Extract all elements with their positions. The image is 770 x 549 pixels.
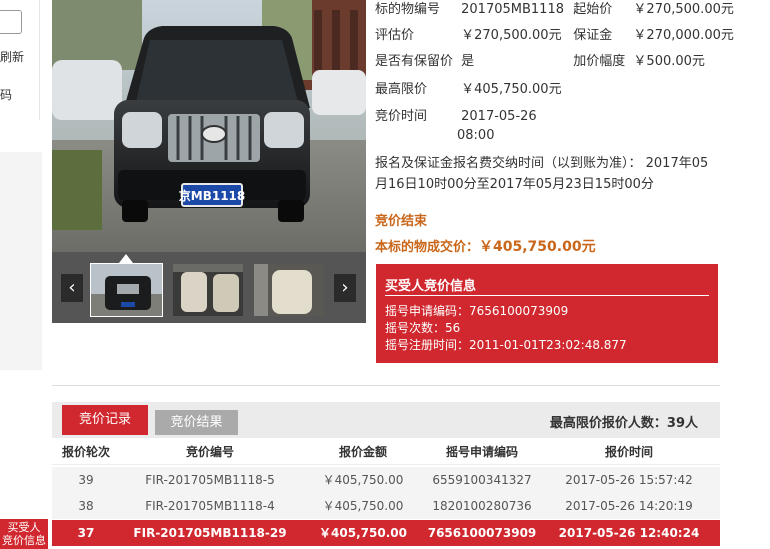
cell-round: 38 — [78, 499, 94, 513]
notice-line-1: 报名及保证金报名费交纳时间（以到账为准）： 2017年05 — [375, 156, 709, 171]
start-price-value: ￥270,500.00元 — [633, 2, 734, 17]
appraisal-value: ￥270,500.00元 — [461, 28, 562, 43]
records-header: 竞价记录 竞价结果 最高限价报价人数：39人 — [52, 402, 720, 438]
cell-app-code: 6559100341327 — [432, 473, 532, 487]
col-app-code: 摇号申请编码 — [445, 445, 518, 459]
col-amount: 报价金额 — [338, 445, 387, 459]
tab-bid-results[interactable]: 竞价结果 — [155, 410, 238, 435]
cell-round: 39 — [78, 473, 94, 487]
registration-notice: 报名及保证金报名费交纳时间（以到账为准）： 2017年05 月16日10时00分… — [375, 153, 720, 195]
left-panel: 刷新 码 — [0, 0, 40, 120]
thumbnail-front[interactable] — [90, 263, 163, 317]
bid-time-clock: 08:00 — [457, 128, 495, 143]
cell-bid-no: FIR-201705MB1118-5 — [145, 473, 275, 487]
active-thumb-indicator — [119, 254, 133, 263]
auction-detail-page: 刷新 码 京MB1118 ‹ › 标的物编号 201705MB1118 起始价 … — [0, 0, 770, 549]
increment-value: ￥500.00元 — [633, 54, 705, 69]
table-row: 38 FIR-201705MB1118-4 ￥405,750.00 182010… — [52, 493, 720, 519]
item-no-label: 标的物编号 — [375, 2, 441, 17]
chevron-left-icon[interactable]: ‹ — [61, 274, 83, 302]
winner-reg-time: 摇号注册时间：2011-01-01T23:02:48.877 — [385, 338, 627, 352]
cell-amount: ￥405,750.00 — [322, 499, 404, 513]
thumbnail-interior-front[interactable] — [172, 263, 244, 317]
table-header-row: 报价轮次 竞价编号 报价金额 摇号申请编码 报价时间 — [52, 439, 720, 465]
bid-time-label: 竞价时间 — [375, 109, 428, 124]
cell-time: 2017-05-26 15:57:42 — [565, 473, 693, 487]
cell-bid-no: FIR-201705MB1118-29 — [133, 526, 287, 540]
tab-bid-records[interactable]: 竞价记录 — [62, 405, 148, 435]
appraisal-label: 评估价 — [375, 28, 415, 43]
cell-app-code: 1820100280736 — [432, 499, 532, 513]
reserve-value: 是 — [461, 54, 475, 69]
section-divider — [52, 385, 720, 386]
deposit-value: ￥270,000.00元 — [633, 28, 734, 43]
cell-time: 2017-05-26 12:40:24 — [558, 526, 700, 540]
left-grey-block — [0, 152, 42, 370]
col-round: 报价轮次 — [61, 445, 110, 459]
start-price-label: 起始价 — [573, 2, 613, 17]
max-price-label: 最高限价 — [375, 82, 428, 97]
cell-bid-no: FIR-201705MB1118-4 — [145, 499, 275, 513]
col-bid-no: 竞价编号 — [185, 445, 234, 459]
deal-price-label: 本标的物成交价： — [375, 240, 480, 255]
svg-text:京MB1118: 京MB1118 — [179, 188, 246, 203]
auction-status: 竞价结束 — [375, 214, 428, 229]
deal-price: 本标的物成交价：￥405,750.00元 — [375, 236, 596, 256]
max-bidders-count: 最高限价报价人数：39人 — [549, 416, 698, 431]
main-vehicle-photo: 京MB1118 — [52, 0, 366, 252]
col-time: 报价时间 — [604, 445, 653, 459]
left-input[interactable] — [0, 10, 22, 34]
code-label: 码 — [0, 88, 13, 102]
increment-label: 加价幅度 — [573, 54, 626, 69]
winner-divider — [385, 295, 709, 296]
cell-round: 37 — [77, 526, 95, 540]
winner-info-box: 买受人竞价信息 摇号申请编码：7656100073909 摇号次数：56 摇号注… — [376, 264, 718, 363]
winner-side-badge[interactable]: 买受人 竞价信息 — [0, 519, 48, 549]
bid-time-date: 2017-05-26 — [461, 109, 537, 124]
deposit-label: 保证金 — [573, 28, 613, 43]
cell-amount: ￥405,750.00 — [322, 473, 404, 487]
notice-line-2: 月16日10时00分至2017年05月23日15时00分 — [375, 177, 654, 192]
winner-lottery-count: 摇号次数：56 — [385, 321, 461, 335]
max-price-value: ￥405,750.00元 — [461, 82, 562, 97]
winner-app-code: 摇号申请编码：7656100073909 — [385, 304, 569, 318]
cell-amount: ￥405,750.00 — [319, 526, 407, 540]
item-no-value: 201705MB1118 — [461, 2, 564, 17]
cell-app-code: 7656100073909 — [427, 526, 537, 540]
cell-time: 2017-05-26 14:20:19 — [565, 499, 693, 513]
thumbnail-interior-rear[interactable] — [253, 263, 325, 317]
reserve-label: 是否有保留价 — [375, 54, 454, 69]
refresh-link[interactable]: 刷新 — [0, 48, 24, 65]
side-badge-line-1: 买受人 — [7, 521, 41, 534]
table-row: 39 FIR-201705MB1118-5 ￥405,750.00 655910… — [52, 467, 720, 493]
table-row-highlighted: 37 FIR-201705MB1118-29 ￥405,750.00 76561… — [52, 520, 720, 546]
chevron-right-icon[interactable]: › — [334, 274, 356, 302]
side-badge-line-2: 竞价信息 — [2, 534, 46, 547]
deal-price-amount: ￥405,750.00元 — [479, 239, 596, 255]
winner-title: 买受人竞价信息 — [385, 279, 477, 294]
